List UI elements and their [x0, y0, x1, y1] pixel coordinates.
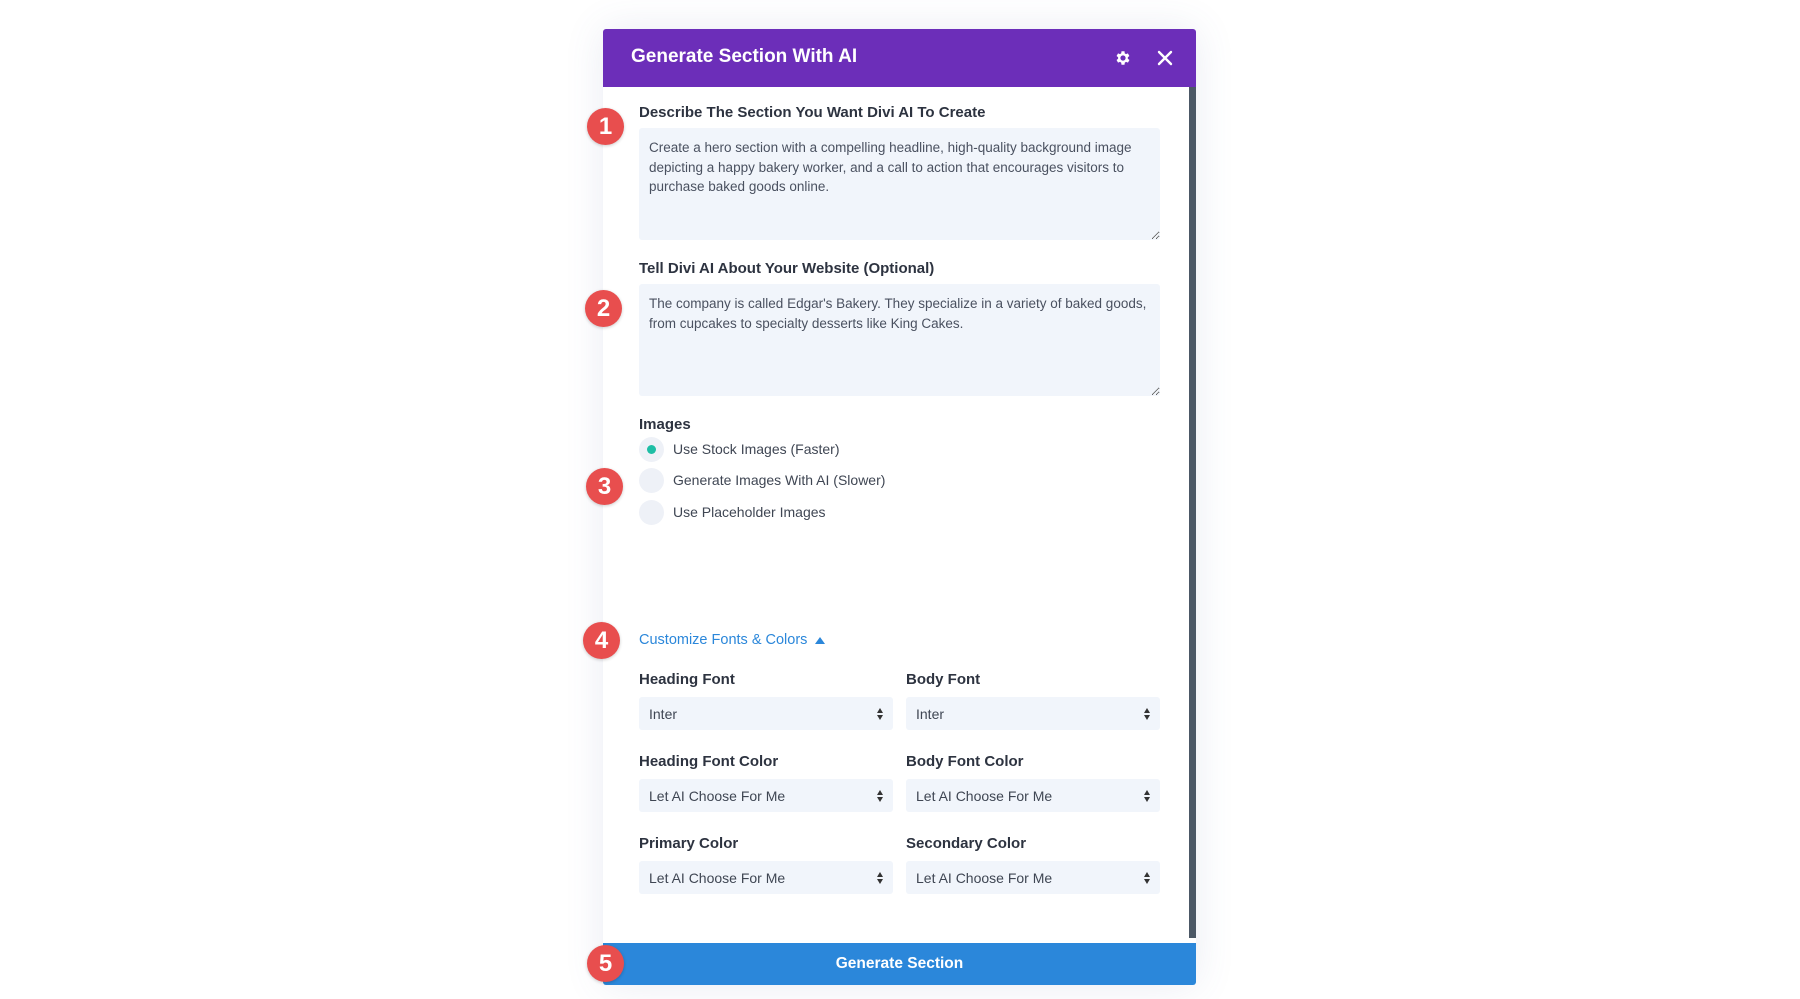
select-value: Let AI Choose For Me	[649, 869, 786, 886]
website-label: Tell Divi AI About Your Website (Optiona…	[639, 260, 935, 277]
customize-fonts-colors-toggle[interactable]: Customize Fonts & Colors	[639, 632, 826, 648]
radio-ai-images[interactable]: Generate Images With AI (Slower)	[639, 467, 885, 493]
body-font-color-label: Body Font Color	[906, 753, 1024, 770]
step-badge-1: 1	[587, 108, 624, 145]
heading-font-label: Heading Font	[639, 671, 735, 688]
gear-icon	[1116, 51, 1130, 65]
secondary-color-select[interactable]: Let AI Choose For Me	[906, 861, 1160, 894]
step-badge-5: 5	[587, 945, 624, 982]
close-button[interactable]	[1150, 43, 1180, 73]
radio-icon	[639, 499, 664, 525]
select-arrows-icon	[1144, 871, 1150, 884]
select-arrows-icon	[1144, 789, 1150, 802]
step-badge-4: 4	[583, 622, 620, 659]
settings-button[interactable]	[1108, 43, 1138, 73]
radio-label: Use Stock Images (Faster)	[673, 441, 840, 457]
radio-label: Use Placeholder Images	[673, 504, 826, 520]
generate-section-button[interactable]: Generate Section	[603, 943, 1196, 985]
radio-selected-icon	[639, 436, 664, 462]
describe-label: Describe The Section You Want Divi AI To…	[639, 104, 986, 121]
select-arrows-icon	[1144, 707, 1150, 720]
primary-color-select[interactable]: Let AI Choose For Me	[639, 861, 893, 894]
heading-font-color-select[interactable]: Let AI Choose For Me	[639, 779, 893, 812]
caret-up-icon	[815, 636, 826, 644]
select-arrows-icon	[877, 789, 883, 802]
radio-label: Generate Images With AI (Slower)	[673, 472, 886, 488]
radio-icon	[639, 467, 664, 493]
website-textarea[interactable]: The company is called Edgar's Bakery. Th…	[639, 284, 1160, 396]
secondary-color-label: Secondary Color	[906, 835, 1027, 852]
images-label: Images	[639, 416, 691, 433]
body-font-select[interactable]: Inter	[906, 697, 1160, 730]
heading-font-select[interactable]: Inter	[639, 697, 893, 730]
primary-color-label: Primary Color	[639, 835, 739, 852]
customize-label: Customize Fonts & Colors	[639, 632, 808, 648]
select-value: Let AI Choose For Me	[916, 869, 1053, 886]
select-arrows-icon	[877, 871, 883, 884]
step-badge-3: 3	[586, 468, 623, 505]
select-value: Let AI Choose For Me	[916, 787, 1053, 804]
describe-textarea[interactable]: Create a hero section with a compelling …	[639, 128, 1160, 240]
select-value: Inter	[916, 705, 945, 722]
generate-section-modal: Generate Section With AI Describe The Se…	[603, 29, 1196, 985]
select-arrows-icon	[877, 707, 883, 720]
modal-header: Generate Section With AI	[603, 29, 1196, 87]
body-font-label: Body Font	[906, 671, 981, 688]
radio-stock-images[interactable]: Use Stock Images (Faster)	[639, 436, 840, 462]
modal-title: Generate Section With AI	[631, 46, 858, 67]
close-icon	[1157, 50, 1173, 66]
select-value: Let AI Choose For Me	[649, 787, 786, 804]
step-badge-2: 2	[585, 290, 622, 327]
body-font-color-select[interactable]: Let AI Choose For Me	[906, 779, 1160, 812]
select-value: Inter	[649, 705, 678, 722]
heading-font-color-label: Heading Font Color	[639, 753, 779, 770]
radio-placeholder-images[interactable]: Use Placeholder Images	[639, 499, 826, 525]
scrollbar[interactable]	[1189, 87, 1196, 938]
